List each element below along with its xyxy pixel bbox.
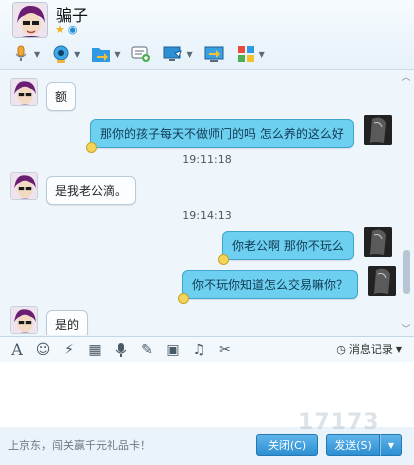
chevron-down-icon: ▼ <box>34 49 41 59</box>
video-call-button[interactable]: ▼ <box>48 42 82 66</box>
send-options-button[interactable]: ▼ <box>380 434 402 456</box>
chevron-down-icon: ▼ <box>74 49 81 59</box>
file-transfer-icon <box>90 44 112 64</box>
voice-call-button[interactable]: ▼ <box>8 42 42 66</box>
magic-wand-icon[interactable]: ⚡ <box>60 341 78 359</box>
close-button[interactable]: 关闭(C) <box>256 434 318 456</box>
bubble-decoration-icon <box>178 293 189 304</box>
my-avatar[interactable] <box>363 227 392 257</box>
my-avatar[interactable] <box>368 266 397 296</box>
chat-toolbar: ▼ ▼ ▼ ▼ ▼ <box>8 42 267 66</box>
message-text: 你老公啊 那你不玩么 <box>232 239 344 253</box>
emoji-icon[interactable]: ☺ <box>34 341 52 359</box>
microphone-icon <box>10 44 32 64</box>
history-label: 消息记录 <box>348 343 393 356</box>
message-icon <box>130 44 152 64</box>
message-text: 你不玩你知道怎么交易嘛你？ <box>192 278 349 292</box>
message-history-button[interactable]: ◷ 消息记录 ▼ <box>336 341 402 357</box>
webcam-icon <box>50 44 72 64</box>
chat-scrollbar[interactable]: ︿ ﹀ <box>401 70 411 335</box>
remote-assist-icon <box>203 44 225 64</box>
chevron-down-icon: ▼ <box>258 49 265 59</box>
message-text: 那你的孩子每天不做师门的吗 怎么养的这么好 <box>100 127 344 141</box>
scroll-thumb[interactable] <box>403 250 410 294</box>
message-timestamp: 19:11:18 <box>182 153 232 166</box>
screen-share-icon <box>162 44 184 64</box>
chevron-down-icon: ▼ <box>114 49 121 59</box>
message-bubble[interactable]: 是的 <box>46 310 89 335</box>
send-message-button[interactable] <box>128 42 154 66</box>
watermark-logo: 17173 <box>298 410 380 435</box>
bubble-decoration-icon <box>218 254 229 265</box>
message-item: 你不玩你知道怎么交易嘛你？ <box>178 266 397 304</box>
contact-avatar[interactable] <box>10 306 38 334</box>
contact-avatar[interactable] <box>10 172 38 200</box>
ad-link[interactable]: 上京东，闯关赢千元礼品卡！ <box>8 437 151 453</box>
message-item: 是我老公滴。 <box>10 172 137 205</box>
screen-share-button[interactable]: ▼ <box>160 42 194 66</box>
send-button[interactable]: 发送(S) <box>326 434 380 456</box>
contact-avatar[interactable] <box>10 78 38 106</box>
qq-icon: ◉ <box>67 23 78 36</box>
status-icons: ★ ◉ <box>55 23 77 36</box>
chevron-down-icon: ▼ <box>395 344 402 354</box>
chat-header: 骗子 ★ ◉ ▼ ▼ ▼ ▼ ▼ <box>0 0 414 70</box>
remote-assist-button[interactable] <box>201 42 227 66</box>
star-icon: ★ <box>55 23 65 36</box>
apps-button[interactable]: ▼ <box>233 42 267 66</box>
my-avatar[interactable] <box>363 115 392 145</box>
scroll-down-icon[interactable]: ﹀ <box>401 322 411 335</box>
chevron-down-icon: ▼ <box>387 440 395 450</box>
message-item: 是的 <box>10 306 89 335</box>
contact-avatar[interactable] <box>12 2 48 38</box>
message-bubble[interactable]: 是我老公滴。 <box>46 176 137 205</box>
message-bubble[interactable]: 额 <box>46 82 77 111</box>
font-icon[interactable]: A <box>8 340 26 359</box>
message-item: 你老公啊 那你不玩么 <box>218 227 392 265</box>
message-item: 那你的孩子每天不做师门的吗 怎么养的这么好 <box>86 115 392 153</box>
message-bubble[interactable]: 你老公啊 那你不玩么 <box>218 231 354 265</box>
message-item: 额 <box>10 78 77 111</box>
video-clip-icon[interactable]: ▦ <box>86 341 104 359</box>
apps-icon <box>235 44 257 64</box>
message-list[interactable]: 额 那你的孩子每天不做师门的吗 怎么养的这么好 19:11:18 是我老公滴。 … <box>0 70 414 335</box>
image-icon[interactable]: ▣ <box>164 341 182 359</box>
voice-message-icon[interactable] <box>112 341 130 359</box>
clock-icon: ◷ <box>336 342 346 356</box>
scroll-up-icon[interactable]: ︿ <box>401 70 411 83</box>
message-bubble[interactable]: 那你的孩子每天不做师门的吗 怎么养的这么好 <box>86 119 354 153</box>
file-transfer-button[interactable]: ▼ <box>88 42 122 66</box>
music-icon[interactable]: ♫ <box>190 341 208 359</box>
chevron-down-icon: ▼ <box>186 49 193 59</box>
bubble-decoration-icon <box>86 142 97 153</box>
message-timestamp: 19:14:13 <box>182 209 232 222</box>
edit-icon[interactable]: ✎ <box>138 341 156 359</box>
screenshot-scissors-icon[interactable]: ✂ <box>216 341 234 359</box>
message-bubble[interactable]: 你不玩你知道怎么交易嘛你？ <box>178 270 359 304</box>
